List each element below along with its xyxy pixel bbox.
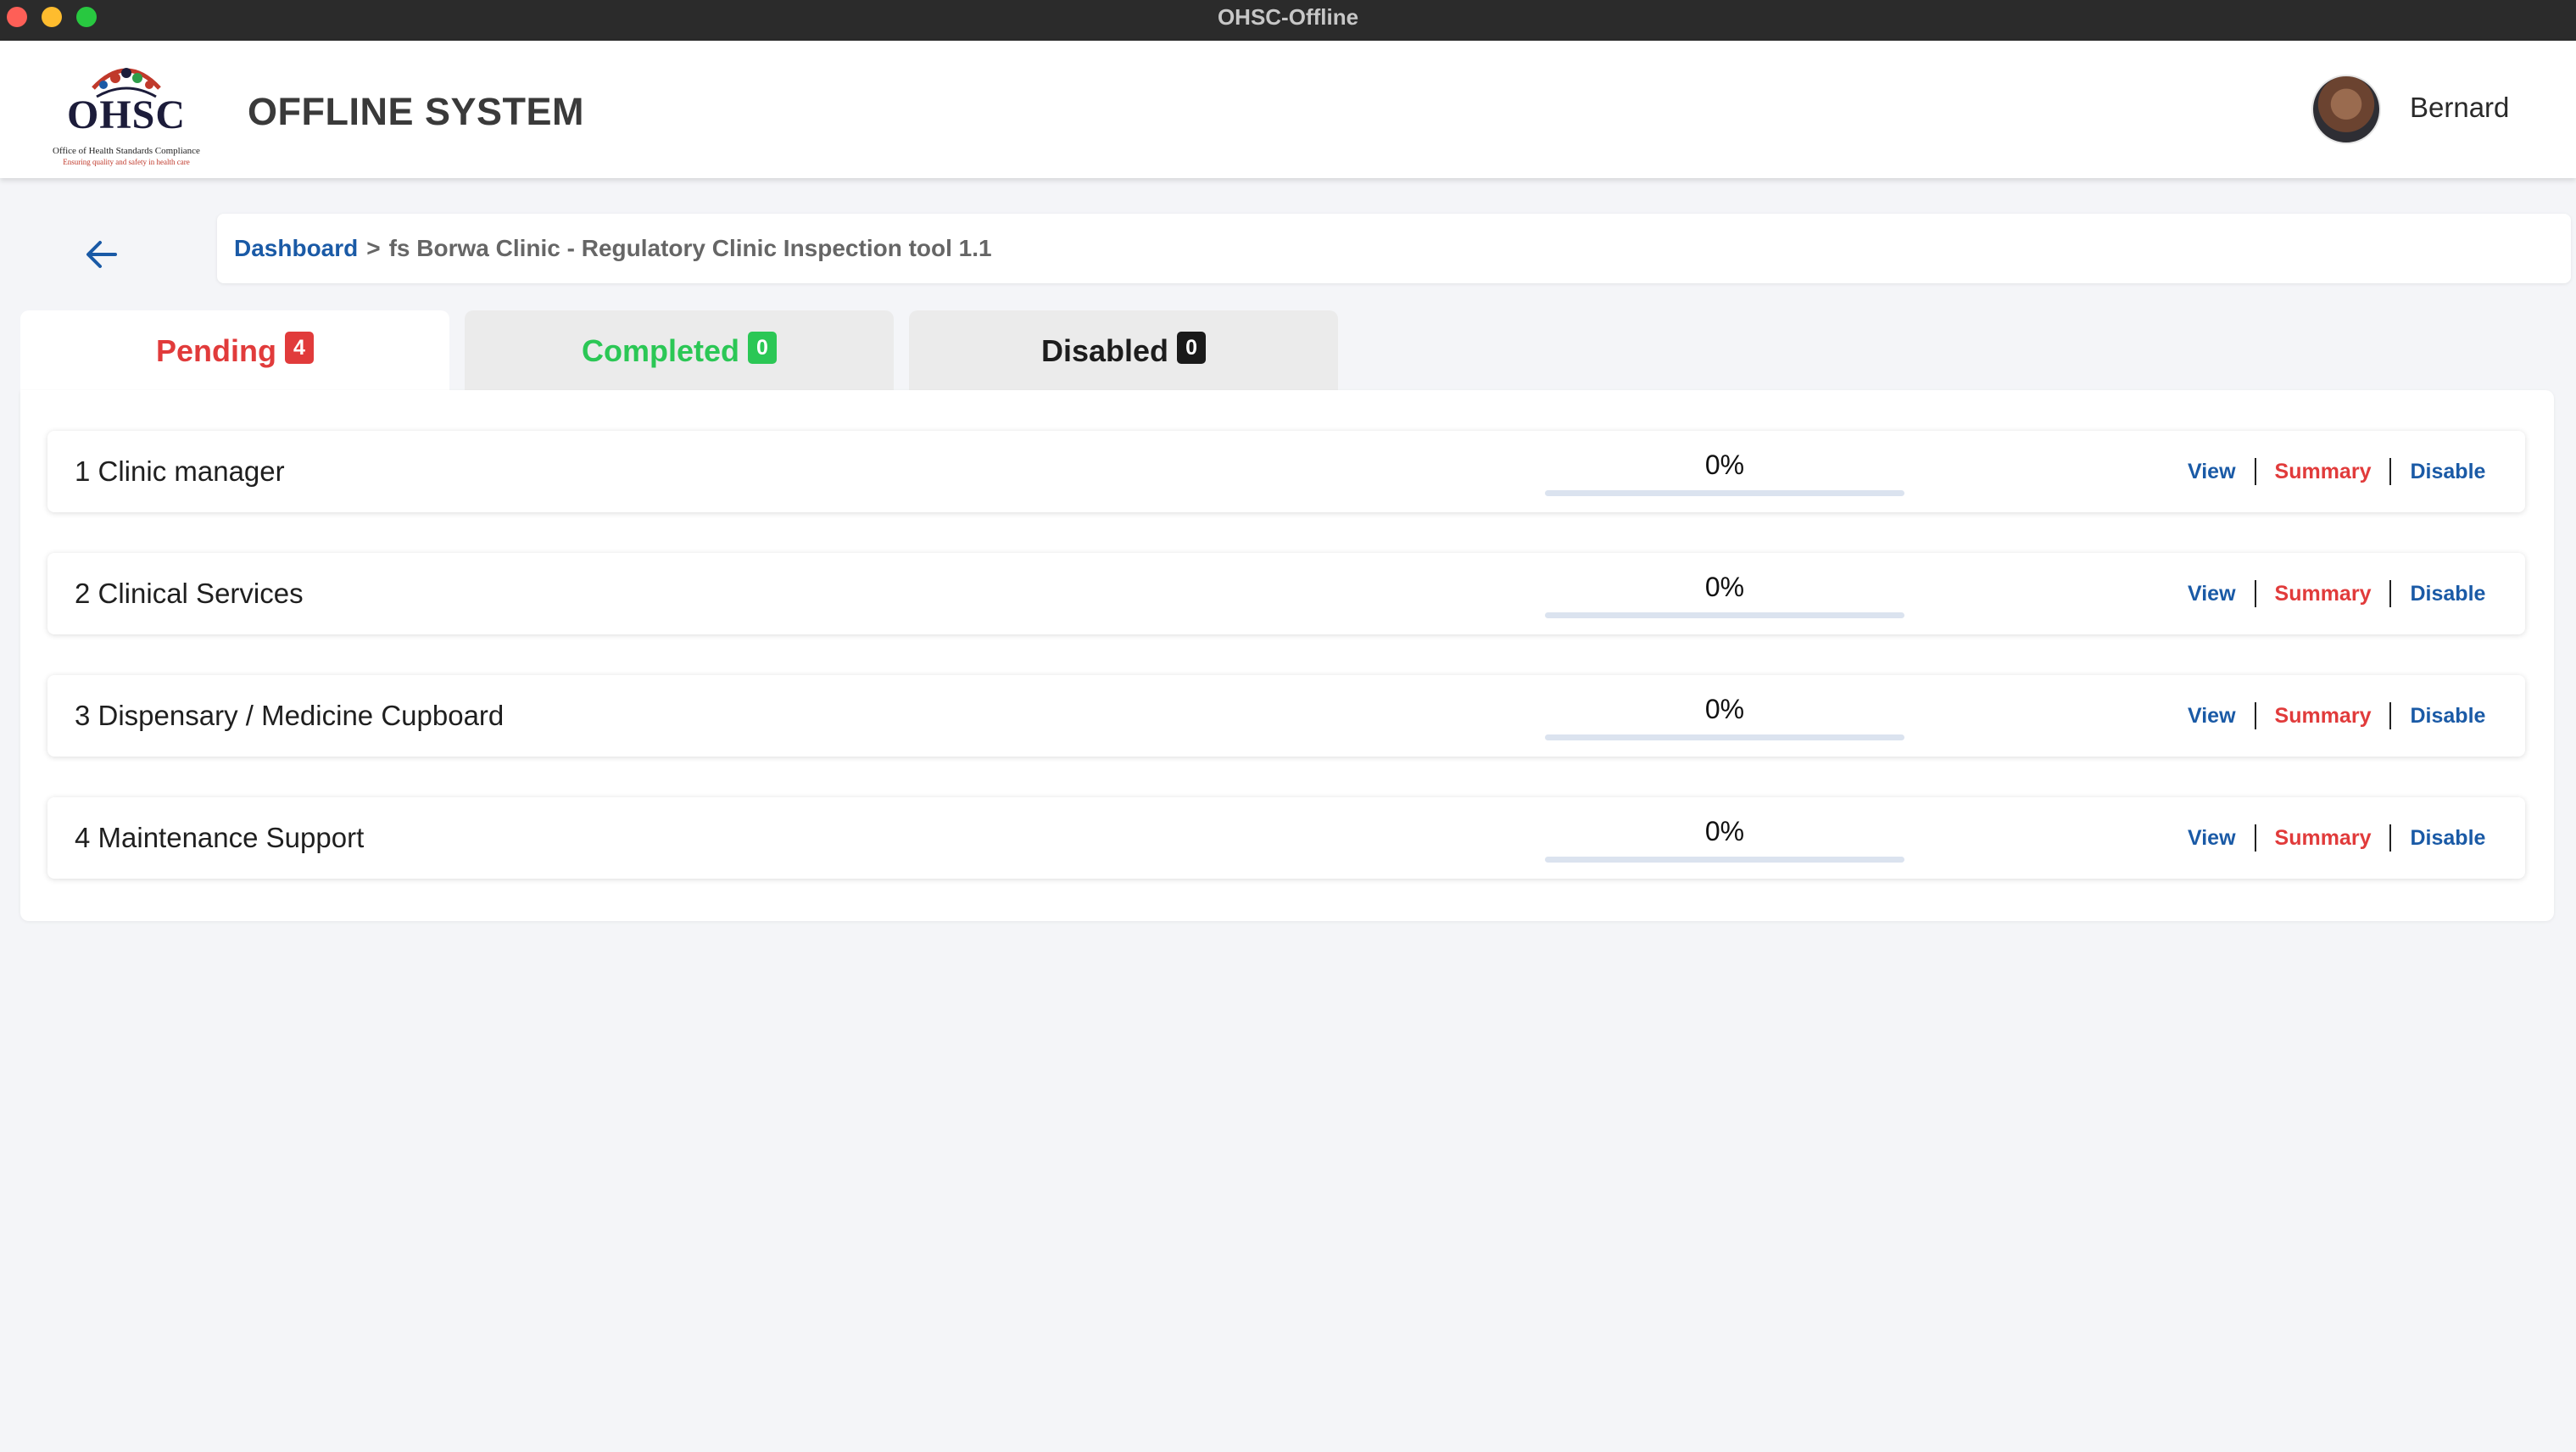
completed-count-badge: 0 — [748, 332, 777, 364]
section-progress: 0% — [1545, 450, 1904, 497]
disable-link[interactable]: Disable — [2410, 460, 2485, 484]
action-divider — [2254, 580, 2256, 607]
logo-tagline: Ensuring quality and safety in health ca… — [63, 158, 190, 166]
ohsc-logo: OHSC Office of Health Standards Complian… — [42, 54, 210, 166]
logo-text: OHSC — [66, 92, 187, 137]
summary-link[interactable]: Summary — [2275, 460, 2372, 484]
row-actions: View Summary Disable — [2188, 431, 2485, 512]
disabled-count-badge: 0 — [1177, 332, 1207, 364]
section-row: 4 Maintenance Support 0% View Summary Di… — [47, 797, 2525, 879]
row-actions: View Summary Disable — [2188, 675, 2485, 757]
tab-completed-label: Completed — [581, 333, 739, 368]
tab-pending-label: Pending — [156, 333, 276, 368]
action-divider — [2389, 580, 2392, 607]
section-progress: 0% — [1545, 694, 1904, 741]
pending-count-badge: 4 — [285, 332, 314, 364]
section-name: 2 Clinical Services — [75, 578, 304, 609]
view-link[interactable]: View — [2188, 826, 2236, 851]
user-name[interactable]: Bernard — [2410, 92, 2509, 124]
progress-bar — [1545, 612, 1904, 618]
window-title: OHSC-Offline — [1217, 4, 1359, 30]
progress-percent: 0% — [1704, 450, 1745, 480]
pending-sections-panel: 1 Clinic manager 0% View Summary Disable… — [20, 390, 2554, 921]
action-divider — [2254, 458, 2256, 485]
arrow-left-icon — [86, 241, 117, 268]
user-avatar[interactable] — [2311, 75, 2381, 144]
summary-link[interactable]: Summary — [2275, 582, 2372, 606]
view-link[interactable]: View — [2188, 460, 2236, 484]
app-title: OFFLINE SYSTEM — [248, 90, 585, 133]
tab-completed[interactable]: Completed 0 — [465, 310, 894, 392]
row-actions: View Summary Disable — [2188, 797, 2485, 879]
progress-percent: 0% — [1704, 572, 1745, 602]
tab-pending[interactable]: Pending 4 — [20, 310, 449, 392]
progress-percent: 0% — [1704, 694, 1745, 724]
breadcrumb-separator: > — [366, 235, 381, 261]
progress-bar — [1545, 490, 1904, 496]
window-titlebar: OHSC-Offline — [0, 0, 2576, 42]
back-button[interactable] — [78, 231, 125, 278]
breadcrumb-current: fs Borwa Clinic - Regulatory Clinic Insp… — [388, 235, 992, 261]
summary-link[interactable]: Summary — [2275, 704, 2372, 729]
section-progress: 0% — [1545, 816, 1904, 863]
action-divider — [2389, 702, 2392, 729]
disable-link[interactable]: Disable — [2410, 582, 2485, 606]
section-name: 3 Dispensary / Medicine Cupboard — [75, 700, 505, 731]
tab-disabled[interactable]: Disabled 0 — [909, 310, 1338, 392]
disable-link[interactable]: Disable — [2410, 826, 2485, 851]
progress-bar — [1545, 734, 1904, 740]
section-row: 3 Dispensary / Medicine Cupboard 0% View… — [47, 675, 2525, 757]
action-divider — [2389, 458, 2392, 485]
section-row: 2 Clinical Services 0% View Summary Disa… — [47, 553, 2525, 634]
progress-bar — [1545, 857, 1904, 863]
action-divider — [2389, 824, 2392, 852]
app-header: OHSC Office of Health Standards Complian… — [0, 41, 2576, 178]
row-actions: View Summary Disable — [2188, 553, 2485, 634]
tab-disabled-label: Disabled — [1040, 333, 1169, 368]
breadcrumb-dashboard-link[interactable]: Dashboard — [234, 235, 358, 262]
action-divider — [2254, 702, 2256, 729]
section-progress: 0% — [1545, 572, 1904, 619]
action-divider — [2254, 824, 2256, 852]
disable-link[interactable]: Disable — [2410, 704, 2485, 729]
logo-subtitle: Office of Health Standards Compliance — [53, 146, 200, 156]
breadcrumb: Dashboard > fs Borwa Clinic - Regulatory… — [217, 214, 2571, 283]
view-link[interactable]: View — [2188, 704, 2236, 729]
section-row: 1 Clinic manager 0% View Summary Disable — [47, 431, 2525, 512]
section-name: 4 Maintenance Support — [75, 822, 365, 853]
summary-link[interactable]: Summary — [2275, 826, 2372, 851]
view-link[interactable]: View — [2188, 582, 2236, 606]
section-name: 1 Clinic manager — [75, 455, 285, 487]
progress-percent: 0% — [1704, 816, 1745, 846]
